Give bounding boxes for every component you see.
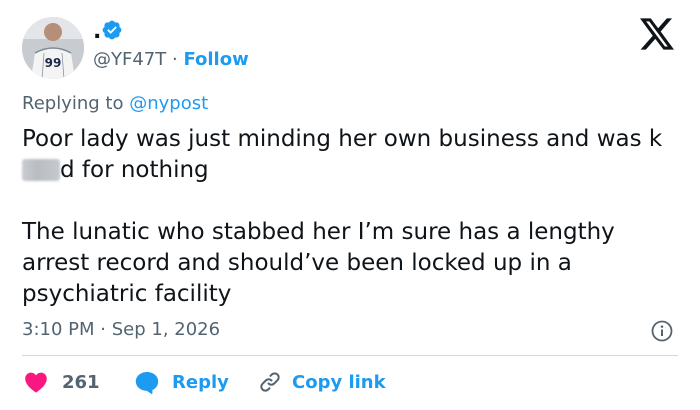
reply-mention-link[interactable]: @nypost (129, 93, 208, 114)
like-count: 261 (62, 371, 100, 393)
tweet-date: Sep 1, 2026 (111, 319, 221, 340)
reply-bubble-icon (135, 372, 159, 394)
copy-link-button[interactable]: Copy link (258, 368, 386, 396)
tweet-time: 3:10 PM (22, 319, 95, 340)
follow-button[interactable]: Follow (183, 49, 248, 70)
link-icon (260, 372, 280, 392)
tweet-paragraph-1: Poor lady was just minding her own busin… (22, 124, 682, 186)
divider (22, 355, 678, 356)
user-handle[interactable]: @YF47T (93, 49, 166, 70)
tweet-paragraph-2: The lunatic who stabbed her I’m sure has… (22, 219, 615, 307)
copy-link-label: Copy link (292, 371, 386, 393)
verified-badge-icon (102, 20, 122, 40)
handle-row: @YF47T · Follow (93, 48, 249, 72)
timestamp-separator: · (100, 319, 106, 340)
info-icon[interactable] (650, 319, 674, 343)
x-logo-icon[interactable] (640, 18, 674, 50)
heart-icon (25, 372, 47, 393)
tweet-paragraph-1-start: Poor lady was just minding her own busin… (22, 126, 663, 152)
reply-label: Reply (172, 371, 229, 393)
tweet-card: 99 . @YF47T · Follow Replying to @nypost… (0, 0, 700, 410)
jersey-number: 99 (45, 56, 62, 70)
censored-blur (22, 159, 60, 181)
tweet-timestamp[interactable]: 3:10 PM · Sep 1, 2026 (22, 318, 220, 342)
tweet-text: Poor lady was just minding her own busin… (22, 124, 682, 310)
action-bar: 261 Reply Copy link (22, 368, 678, 396)
reply-button[interactable]: Reply (134, 368, 229, 396)
reply-context: Replying to @nypost (22, 92, 208, 116)
tweet-paragraph-1-end: d for nothing (60, 157, 209, 183)
handle-separator: · (171, 49, 178, 70)
avatar[interactable]: 99 (22, 17, 84, 79)
replying-to-label: Replying to (22, 93, 124, 114)
like-button[interactable]: 261 (24, 368, 100, 396)
